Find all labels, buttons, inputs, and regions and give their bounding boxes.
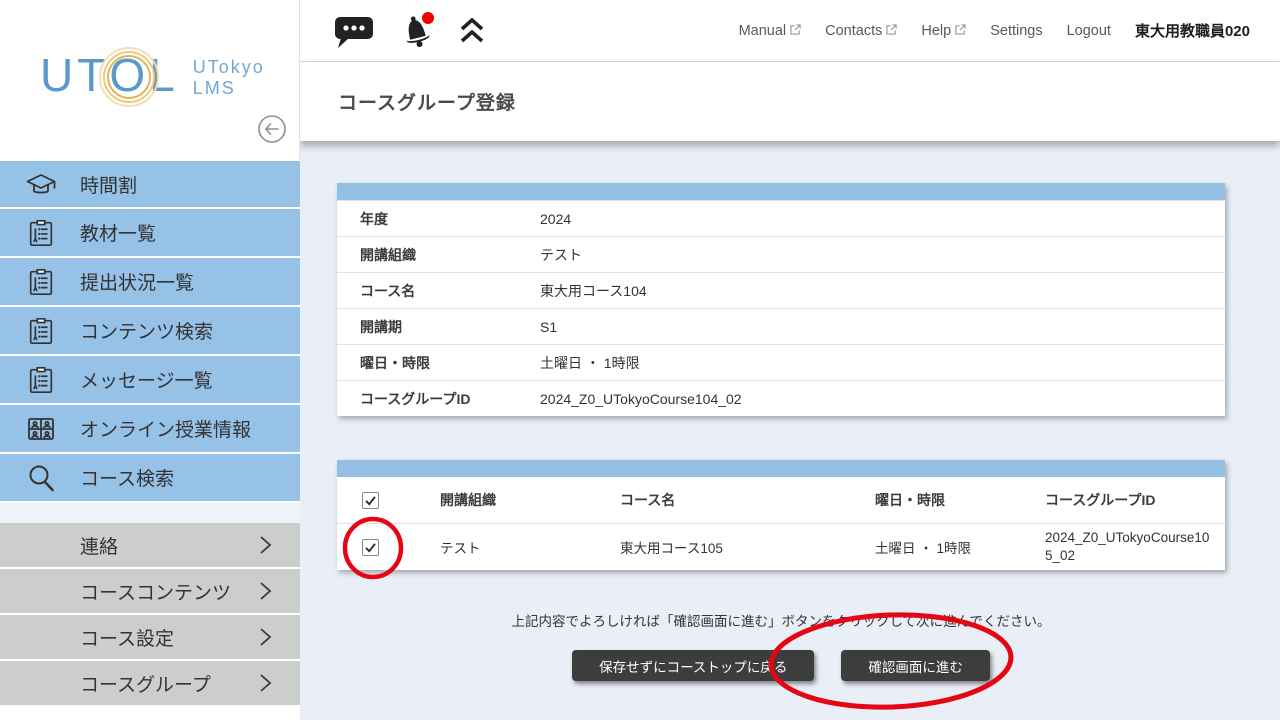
instruction-text: 上記内容でよろしければ「確認画面に進む」ボタンをクリックして次に進んでください。	[337, 610, 1225, 630]
sidebar-divider	[0, 503, 300, 523]
clipboard-icon	[24, 363, 58, 397]
chat-icon[interactable]	[332, 11, 376, 51]
chevron-right-icon	[259, 627, 272, 647]
sidebar-nav: 時間割 教材一覧 提出状況一覧 コンテンツ検索	[0, 160, 300, 707]
table-row: 開講期 S1	[337, 308, 1225, 344]
logo-area: UTOL UTokyo LMS	[0, 0, 300, 160]
table-row: 開講組織 テスト	[337, 236, 1225, 272]
action-buttons: 保存せずにコーストップに戻る 確認画面に進む	[337, 650, 1225, 681]
table-row: テスト 東大用コース105 土曜日 ・ 1時限 2024_Z0_UTokyoCo…	[337, 523, 1225, 570]
main-content: 年度 2024 開講組織 テスト コース名 東大用コース104 開講期 S1 曜…	[300, 141, 1280, 720]
table-header-row: 開講組織 コース名 曜日・時限 コースグループID	[337, 477, 1225, 523]
logout-link[interactable]: Logout	[1067, 23, 1111, 39]
clipboard-icon	[24, 265, 58, 299]
contacts-link[interactable]: Contacts	[825, 23, 897, 39]
table-header-bar	[337, 183, 1225, 200]
table-row: 曜日・時限 土曜日 ・ 1時限	[337, 344, 1225, 380]
sidebar-item-course-search[interactable]: コース検索	[0, 454, 300, 503]
sidebar-item-label: 教材一覧	[80, 219, 156, 246]
table-cell: テスト	[403, 537, 620, 557]
sidebar-group-course-group[interactable]: コースグループ	[0, 661, 300, 707]
chevron-right-icon	[259, 535, 272, 555]
sidebar-group-contact[interactable]: 連絡	[0, 523, 300, 569]
collapse-up-icon[interactable]	[458, 16, 486, 46]
sidebar: UTOL UTokyo LMS 時間割	[0, 0, 300, 720]
sidebar-group-course-contents[interactable]: コースコンテンツ	[0, 569, 300, 615]
external-link-icon	[955, 23, 966, 39]
back-to-course-top-button[interactable]: 保存せずにコーストップに戻る	[572, 650, 814, 681]
sidebar-group-course-settings[interactable]: コース設定	[0, 615, 300, 661]
page-title: コースグループ登録	[338, 88, 516, 115]
page-header: コースグループ登録	[300, 62, 1280, 141]
clipboard-icon	[24, 314, 58, 348]
table-cell: 土曜日 ・ 1時限	[875, 537, 1045, 557]
search-icon	[24, 461, 58, 495]
select-all-checkbox[interactable]	[362, 492, 379, 509]
logo-letter: L	[149, 48, 179, 102]
external-link-icon	[886, 23, 897, 39]
row-checkbox[interactable]	[362, 539, 379, 556]
settings-link[interactable]: Settings	[990, 23, 1042, 39]
sidebar-item-label: 提出状況一覧	[80, 268, 194, 295]
sidebar-item-label: 時間割	[80, 171, 137, 198]
logo-subtitle: UTokyo LMS	[193, 51, 265, 98]
sidebar-item-online-class[interactable]: オンライン授業情報	[0, 405, 300, 454]
column-header: 曜日・時限	[875, 490, 1045, 510]
top-bar: Manual Contacts Help Settings Logout 東大用…	[300, 0, 1280, 62]
column-header: コース名	[620, 490, 875, 510]
chevron-right-icon	[259, 581, 272, 601]
help-link[interactable]: Help	[921, 23, 966, 39]
sidebar-collapse-button[interactable]	[257, 116, 287, 146]
sidebar-item-label: コンテンツ検索	[80, 317, 213, 344]
table-header-bar	[337, 460, 1225, 477]
sidebar-item-label: コース検索	[80, 464, 174, 491]
sidebar-item-submissions[interactable]: 提出状況一覧	[0, 258, 300, 307]
course-info-table: 年度 2024 開講組織 テスト コース名 東大用コース104 開講期 S1 曜…	[337, 183, 1225, 416]
logo-o-rings: O	[109, 48, 149, 102]
chevron-right-icon	[259, 673, 272, 693]
table-cell: 2024_Z0_UTokyoCourse105_02	[1045, 529, 1225, 564]
bell-icon[interactable]	[394, 10, 440, 52]
proceed-to-confirm-button[interactable]: 確認画面に進む	[841, 650, 990, 681]
table-row: コースグループID 2024_Z0_UTokyoCourse104_02	[337, 380, 1225, 416]
sidebar-item-label: オンライン授業情報	[80, 415, 251, 442]
back-arrow-icon	[257, 114, 287, 149]
logo-letter: UT	[40, 48, 109, 102]
user-name: 東大用教職員020	[1135, 20, 1250, 41]
column-header: コースグループID	[1045, 491, 1225, 509]
column-header: 開講組織	[403, 490, 620, 510]
table-cell: 東大用コース105	[620, 537, 875, 557]
utol-logo: UTOL UTokyo LMS	[0, 0, 299, 102]
table-row: コース名 東大用コース104	[337, 272, 1225, 308]
clipboard-icon	[24, 216, 58, 250]
manual-link[interactable]: Manual	[739, 23, 802, 39]
sidebar-item-messages[interactable]: メッセージ一覧	[0, 356, 300, 405]
graduation-cap-icon	[24, 167, 58, 201]
external-link-icon	[790, 23, 801, 39]
online-class-icon	[24, 412, 58, 446]
course-select-table: 開講組織 コース名 曜日・時限 コースグループID テスト 東大用コース105 …	[337, 460, 1225, 570]
utol-lms-app: UTOL UTokyo LMS 時間割	[0, 0, 1280, 720]
sidebar-item-content-search[interactable]: コンテンツ検索	[0, 307, 300, 356]
sidebar-item-timetable[interactable]: 時間割	[0, 160, 300, 209]
sidebar-item-materials[interactable]: 教材一覧	[0, 209, 300, 258]
table-row: 年度 2024	[337, 200, 1225, 236]
sidebar-item-label: メッセージ一覧	[80, 366, 213, 393]
